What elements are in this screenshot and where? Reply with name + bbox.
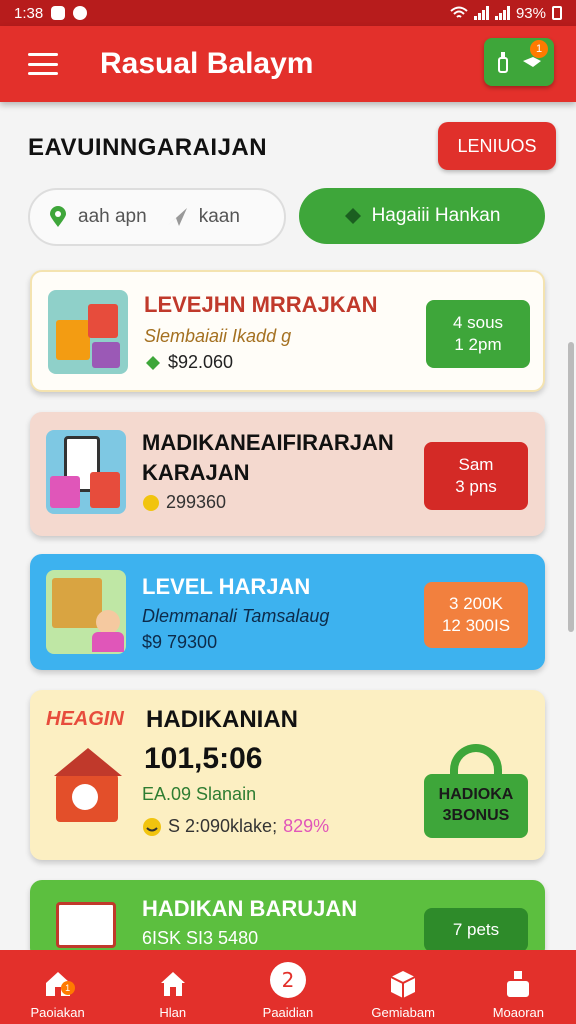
cart-badge: 1 [530, 40, 548, 58]
tag-icon [146, 355, 160, 370]
box-icon [390, 971, 416, 998]
card-subtitle: EA.09 Slanain [142, 784, 257, 804]
bonus-badge: HADIOKA 3BONUS [424, 774, 528, 838]
card-title: LEVEL HARJAN [142, 574, 311, 599]
signal-icon-2 [494, 6, 510, 20]
app-bar: Rasual Balaym 1 [0, 26, 576, 102]
gift-boxes-image [48, 290, 128, 374]
search-text-1: aah apn [78, 206, 147, 227]
app-title: Rasual Balaym [100, 47, 314, 80]
card-title: HADIKANIAN [146, 706, 298, 733]
countdown-timer: 101,5:06 [144, 742, 263, 775]
search-text-2: kaan [198, 206, 240, 227]
nav-badge: 1 [60, 981, 75, 995]
time-badge: 4 sous 1 2pm [426, 300, 530, 368]
messenger-icon [73, 6, 88, 20]
svg-text:2: 2 [282, 968, 295, 992]
wifi-icon [450, 6, 468, 18]
battery-level: 93% [515, 4, 546, 22]
time-badge: Sam 3 pns [424, 442, 528, 510]
card-title: LEVEJHN MRRAJKAN [144, 292, 378, 317]
offer-card[interactable]: MADIKANEAIFIRARJAN KARAJAN 299360 Sam 3 p… [30, 412, 545, 536]
offer-card[interactable]: LEVEL HARJAN Dlemmanali Tamsalaug $9 793… [30, 554, 545, 670]
nav-item-box[interactable]: Gemiabam [348, 969, 458, 1020]
cart-button[interactable]: 1 [484, 38, 554, 86]
offer-card[interactable]: HADIKAN BARUJAN 6ISK SI3 5480 7 pets [30, 880, 545, 960]
card-price: $9 79300 [142, 632, 218, 652]
coin-icon [143, 494, 159, 511]
bonus-bag-button[interactable]: HADIOKA 3BONUS [424, 742, 528, 838]
nav-item-profile[interactable]: Moaoran [463, 969, 573, 1020]
card-title-line-2: KARAJAN [142, 460, 250, 485]
card-price: 299360 [142, 492, 226, 513]
gift-icon: 2 [269, 962, 306, 998]
promo-tag: HEAGIN [46, 708, 124, 730]
nav-item-house[interactable]: Hlan [118, 969, 228, 1020]
card-title: HADIKAN BARUJAN [142, 896, 358, 921]
featured-card[interactable]: HEAGIN HADIKANIAN 101,5:06 EA.09 Slanain… [30, 690, 545, 860]
nav-item-gift[interactable]: 2 Paaidian [233, 961, 343, 1020]
battery-icon [552, 6, 562, 20]
diamond-icon [344, 208, 361, 224]
more-button[interactable]: LENIUOS [438, 122, 556, 170]
notification-icon [51, 6, 66, 20]
house-icon [160, 972, 185, 996]
bottom-navigation: 1 Paoiakan Hlan 2 Paaidian Gemiabam Moao… [0, 950, 576, 1024]
discount-text: 829% [283, 816, 330, 836]
location-pin-icon [50, 206, 66, 227]
card-title: MADIKANEAIFIRARJAN [142, 430, 394, 455]
card-subtitle: 6ISK SI3 5480 [142, 928, 259, 948]
search-bar[interactable]: aah apn kaan [28, 188, 286, 246]
card-price: $92.060 [144, 352, 233, 373]
scrollbar[interactable] [568, 342, 574, 632]
menu-icon[interactable] [28, 53, 58, 75]
card-subtitle: Slembaiaii Ikadd g [144, 326, 292, 346]
status-bar: 1:38 93% [0, 0, 576, 26]
card-price: S 2:090klake; 829% [142, 816, 329, 837]
filter-label: Hagaiii Hankan [371, 205, 501, 226]
delivery-box-image [46, 570, 126, 654]
time-badge: 7 pets [424, 908, 528, 952]
phone-gifts-image [46, 430, 126, 514]
time-badge: 3 200K 12 300IS [424, 582, 528, 648]
nav-item-home[interactable]: 1 Paoiakan [3, 969, 113, 1020]
gift-image [56, 902, 116, 948]
filter-button[interactable]: Hagaiii Hankan [299, 188, 545, 244]
card-subtitle: Dlemmanali Tamsalaug [142, 606, 330, 626]
signal-icon [473, 6, 489, 20]
bottle-icon [498, 52, 508, 73]
profile-icon [507, 971, 530, 997]
house-gift-image [50, 746, 130, 832]
plane-icon [166, 208, 187, 226]
smile-icon [143, 817, 161, 836]
status-time: 1:38 [14, 4, 44, 22]
section-title: EAVUINNGARAIJAN [28, 134, 268, 161]
offer-card[interactable]: LEVEJHN MRRAJKAN Slembaiaii Ikadd g $92.… [30, 270, 545, 392]
